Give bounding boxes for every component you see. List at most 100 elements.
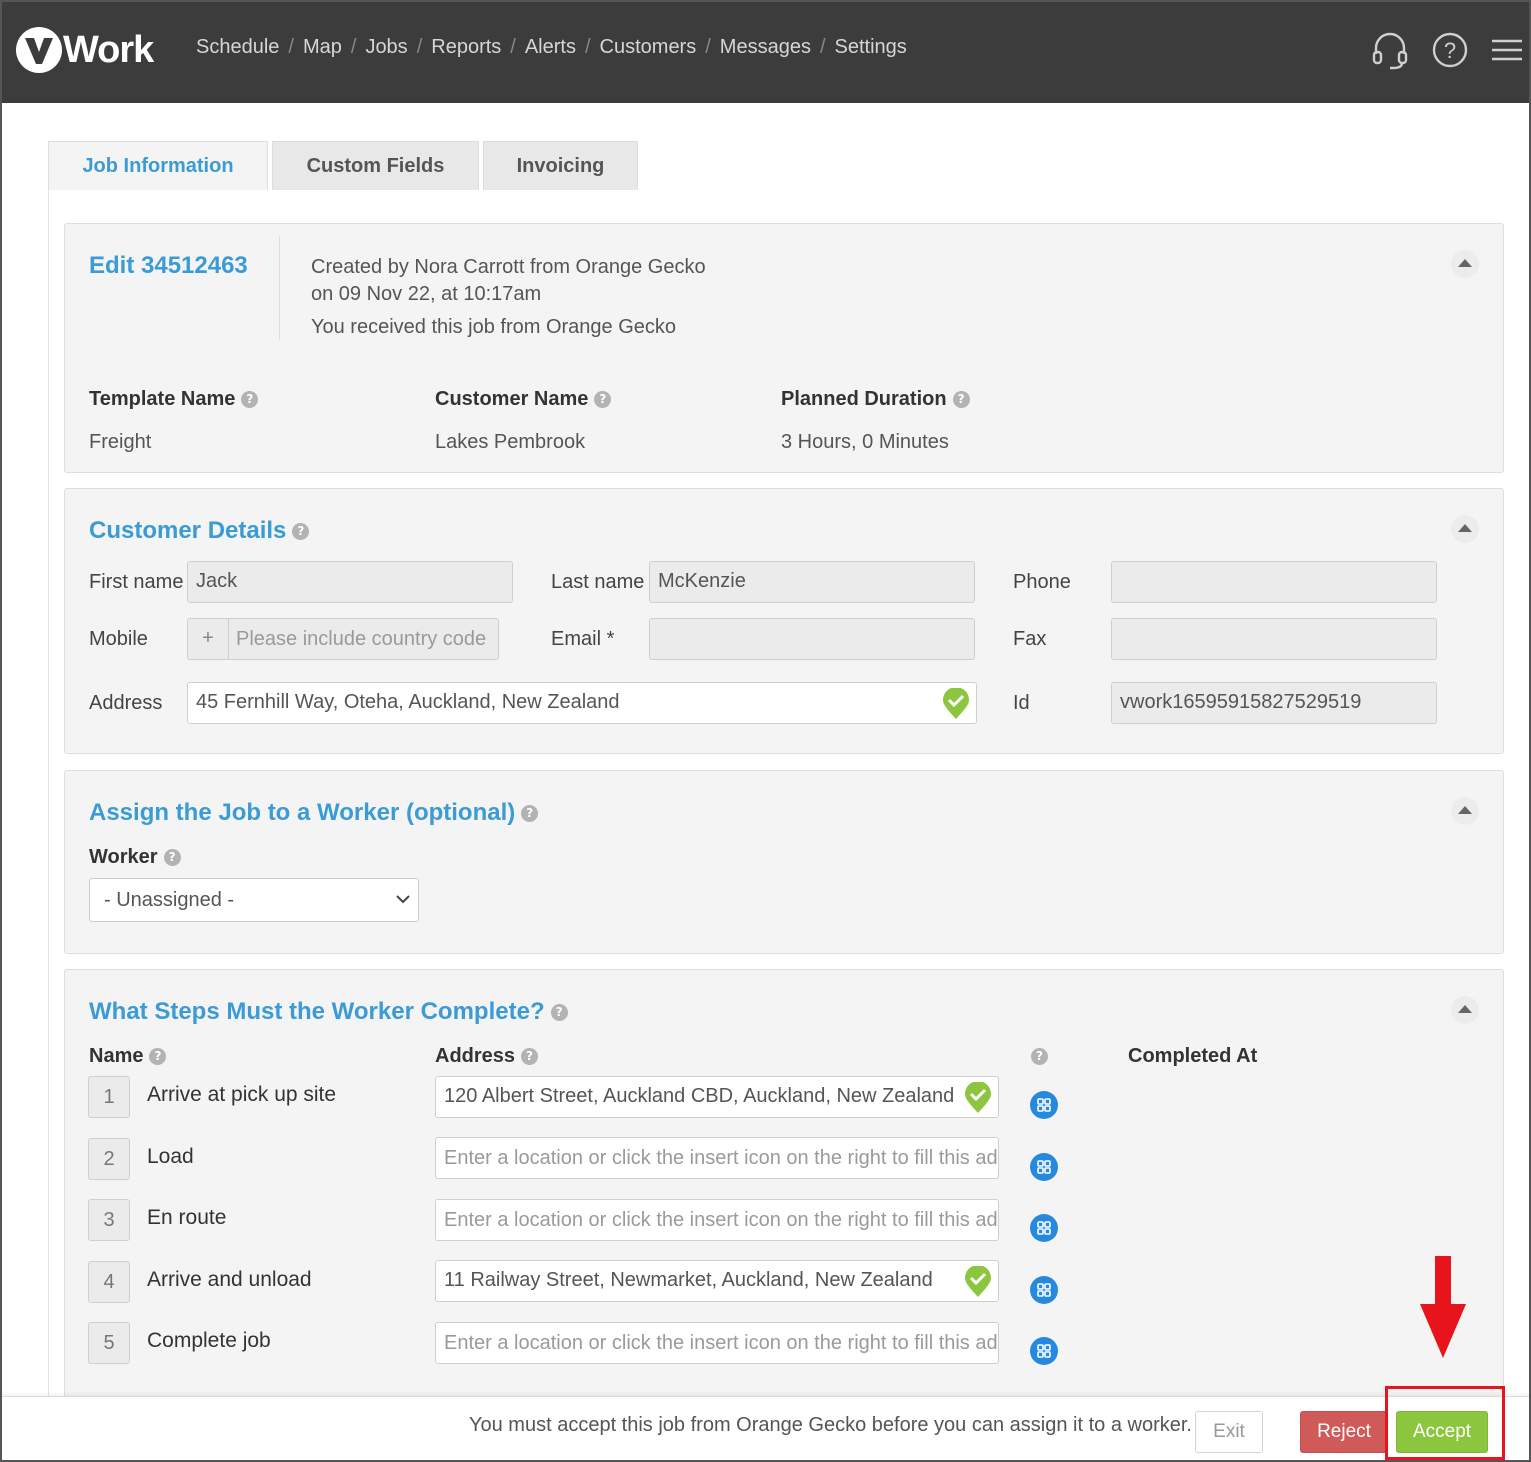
logo-v-icon	[16, 27, 62, 73]
help-circle-icon[interactable]: ?	[594, 391, 612, 409]
nav-separator: /	[819, 36, 826, 58]
nav-map[interactable]: Map	[303, 36, 342, 59]
exit-button[interactable]: Exit	[1195, 1411, 1263, 1453]
mobile-field-group: +	[187, 618, 499, 660]
step-address-field[interactable]	[435, 1137, 999, 1179]
insert-location-icon[interactable]	[1030, 1214, 1058, 1242]
nav-separator: /	[510, 36, 516, 58]
collapse-caret-icon[interactable]	[1451, 797, 1479, 825]
top-icons: ?	[1349, 30, 1531, 74]
email-field[interactable]	[649, 618, 975, 660]
svg-text:?: ?	[1444, 38, 1456, 63]
step-name: Arrive at pick up site	[147, 1083, 337, 1106]
mobile-label: Mobile	[89, 628, 148, 650]
help-icon[interactable]: ?	[1431, 31, 1469, 74]
worker-label: Worker?	[89, 846, 181, 869]
arrow-down-icon	[1420, 1256, 1466, 1363]
reject-button[interactable]: Reject	[1300, 1411, 1388, 1453]
logo-text: Work	[63, 28, 154, 71]
phone-field[interactable]	[1111, 561, 1437, 603]
planned-duration-label: Planned Duration?	[781, 388, 970, 411]
nav-separator: /	[288, 36, 294, 58]
created-by-text: Created by Nora Carrott from Orange Geck…	[311, 256, 706, 278]
tab-job-information[interactable]: Job Information	[48, 141, 268, 191]
id-label: Id	[1013, 692, 1030, 714]
edit-job-title: Edit 34512463	[89, 252, 248, 279]
help-circle-icon[interactable]: ?	[149, 1048, 167, 1066]
step-address-value: 120 Albert Street, Auckland CBD, Aucklan…	[444, 1085, 955, 1107]
template-name-value: Freight	[89, 431, 152, 453]
insert-location-icon[interactable]	[1030, 1276, 1058, 1304]
step-name: Complete job	[147, 1329, 271, 1352]
first-name-field[interactable]: Jack	[187, 561, 513, 603]
step-address-field[interactable]	[435, 1322, 999, 1364]
step-name: Load	[147, 1145, 194, 1168]
nav-customers[interactable]: Customers	[600, 36, 697, 59]
headset-icon[interactable]	[1371, 30, 1409, 75]
step-address-input[interactable]	[444, 1323, 998, 1363]
column-header-name: Name?	[89, 1045, 167, 1068]
step-address-field[interactable]: 120 Albert Street, Auckland CBD, Aucklan…	[435, 1076, 999, 1118]
help-circle-icon[interactable]: ?	[292, 523, 310, 541]
step-name: Arrive and unload	[147, 1268, 312, 1291]
step-number: 1	[88, 1076, 130, 1118]
step-address-value: 11 Railway Street, Newmarket, Auckland, …	[444, 1269, 933, 1291]
address-label: Address	[89, 692, 163, 714]
menu-icon[interactable]	[1491, 38, 1523, 67]
tab-invoicing[interactable]: Invoicing	[483, 141, 638, 191]
insert-location-icon[interactable]	[1030, 1091, 1058, 1119]
step-address-field[interactable]	[435, 1199, 999, 1241]
collapse-caret-icon[interactable]	[1451, 515, 1479, 543]
nav-jobs[interactable]: Jobs	[365, 36, 407, 59]
fax-field[interactable]	[1111, 618, 1437, 660]
nav-schedule[interactable]: Schedule	[196, 36, 279, 59]
nav-separator: /	[584, 36, 591, 58]
tab-custom-fields[interactable]: Custom Fields	[272, 141, 479, 191]
step-address-input[interactable]	[444, 1138, 998, 1178]
insert-location-icon[interactable]	[1030, 1153, 1058, 1181]
nav-alerts[interactable]: Alerts	[525, 36, 576, 59]
first-name-label: First name	[89, 571, 184, 593]
address-field[interactable]: 45 Fernhill Way, Oteha, Auckland, New Ze…	[187, 682, 977, 724]
step-number: 5	[88, 1322, 130, 1364]
planned-duration-value: 3 Hours, 0 Minutes	[781, 431, 949, 453]
footer-action-bar: You must accept this job from Orange Gec…	[0, 1396, 1531, 1462]
tab-bar: Job Information Custom Fields Invoicing	[48, 141, 642, 191]
verified-location-pin-icon	[964, 1081, 992, 1127]
address-value: 45 Fernhill Way, Oteha, Auckland, New Ze…	[196, 691, 620, 713]
phone-label: Phone	[1013, 571, 1071, 593]
mobile-input[interactable]	[236, 619, 494, 659]
worker-select[interactable]: - Unassigned -	[89, 878, 419, 922]
help-circle-icon[interactable]: ?	[952, 391, 970, 409]
help-circle-icon[interactable]: ?	[550, 1004, 568, 1022]
nav-messages[interactable]: Messages	[720, 36, 811, 59]
step-name: En route	[147, 1206, 227, 1229]
help-circle-icon[interactable]: ?	[521, 805, 539, 823]
last-name-field[interactable]: McKenzie	[649, 561, 975, 603]
assign-worker-card: Assign the Job to a Worker (optional)? W…	[64, 770, 1504, 954]
customer-details-card: Customer Details? First name Jack Last n…	[64, 488, 1504, 754]
nav-reports[interactable]: Reports	[431, 36, 501, 59]
collapse-caret-icon[interactable]	[1451, 996, 1479, 1024]
chevron-down-icon	[396, 895, 410, 904]
verified-location-pin-icon	[964, 1265, 992, 1311]
customer-name-value: Lakes Pembrook	[435, 431, 586, 453]
divider	[279, 236, 280, 340]
step-address-field[interactable]: 11 Railway Street, Newmarket, Auckland, …	[435, 1260, 999, 1302]
help-circle-icon[interactable]: ?	[163, 849, 181, 867]
nav-settings[interactable]: Settings	[835, 36, 907, 59]
insert-location-icon[interactable]	[1030, 1337, 1058, 1365]
step-address-input[interactable]	[444, 1200, 998, 1240]
nav-separator: /	[705, 36, 711, 58]
id-field[interactable]: vwork16595915827529519	[1111, 682, 1437, 724]
collapse-caret-icon[interactable]	[1451, 250, 1479, 278]
verified-location-pin-icon	[942, 687, 970, 733]
received-from-text: You received this job from Orange Gecko	[311, 316, 677, 338]
help-circle-icon[interactable]: ?	[521, 1048, 539, 1066]
help-circle-icon[interactable]: ?	[241, 391, 259, 409]
main-nav: Schedule / Map / Jobs / Reports / Alerts / Cu…	[196, 36, 907, 59]
help-circle-icon[interactable]: ?	[1031, 1048, 1048, 1065]
step-number: 4	[88, 1261, 130, 1303]
assign-worker-title: Assign the Job to a Worker (optional)?	[89, 799, 539, 827]
logo[interactable]: Work	[16, 26, 154, 74]
